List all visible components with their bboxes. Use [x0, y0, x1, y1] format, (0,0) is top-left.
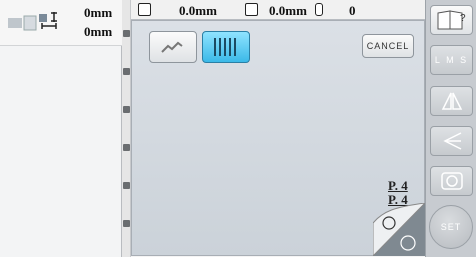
flip-icon [442, 132, 461, 150]
preview-panel: 0mm 0mm [0, 0, 122, 257]
height-value: 0mm [84, 5, 113, 20]
width-readout: 0.0mm [269, 3, 307, 18]
width-value: 0mm [84, 24, 113, 39]
height-icon [138, 3, 151, 16]
svg-text:?: ? [460, 13, 468, 24]
mirror-vertical-button[interactable] [430, 86, 473, 116]
set-button[interactable]: SET [429, 205, 473, 249]
lms-button[interactable]: L M S [430, 45, 473, 75]
mirror-icon [441, 92, 462, 110]
frame-display-button[interactable] [430, 166, 473, 196]
fill-stitch-icon [214, 38, 236, 56]
readout-bar: 0.0mm 0.0mm 0 [131, 0, 425, 20]
stitch-count: 0 [349, 3, 356, 18]
ruler-tick [123, 68, 130, 75]
stitch-type-zigzag-button[interactable] [149, 31, 197, 63]
ruler-tick [123, 220, 130, 227]
help-book-button[interactable]: ? [430, 5, 473, 35]
mirror-horizontal-button[interactable] [430, 126, 473, 156]
width-icon [245, 3, 258, 16]
page-turn-corner[interactable] [373, 203, 425, 256]
ruler-tick [123, 30, 130, 37]
embroidery-preview-icon [8, 12, 57, 31]
position-ruler [122, 0, 131, 257]
ruler-tick [123, 144, 130, 151]
stitch-type-fill-button[interactable] [202, 31, 250, 63]
height-readout: 0.0mm [179, 3, 217, 18]
zigzag-stitch-icon [161, 41, 183, 53]
cancel-button[interactable]: CANCEL [362, 34, 414, 58]
frame-icon [440, 172, 463, 190]
dimensions-box: 0mm 0mm [0, 0, 122, 46]
stitch-icon [315, 3, 323, 16]
book-help-icon: ? [437, 10, 468, 30]
ruler-tick [123, 182, 130, 189]
ruler-tick [123, 106, 130, 113]
